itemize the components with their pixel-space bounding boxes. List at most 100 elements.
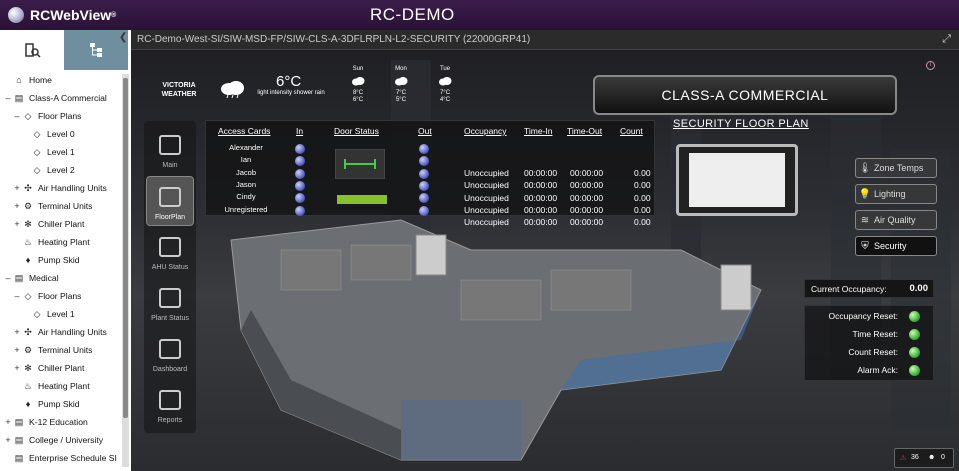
collapse-icon[interactable]: – [4,93,12,103]
status-tray[interactable]: ⚠ 36 ☻ 0 [894,448,954,468]
expand-icon[interactable]: + [13,219,21,229]
building-icon [159,135,181,155]
button-air-quality[interactable]: ≋ Air Quality [855,210,937,230]
tree-item[interactable]: ◇ Level 1 [0,143,122,161]
card-out-indicator[interactable] [419,168,429,179]
button-zone-temps[interactable]: 🌡 Zone Temps [855,158,937,178]
tab-search[interactable] [0,30,64,70]
security-panel-image [676,144,798,216]
access-row-time-out: 00:00:00 [570,168,604,178]
collapse-icon[interactable]: – [4,273,12,283]
expand-icon[interactable]: + [13,183,21,193]
tree-item[interactable]: – ▤ Medical [0,269,122,287]
collapse-icon[interactable]: – [13,291,21,301]
reset-label: Occupancy Reset: [828,311,898,321]
card-in-indicator[interactable] [295,156,305,167]
tree-item-label: College / University [29,435,104,445]
building-icon: ▤ [14,452,24,463]
cloud-rain-icon [221,81,244,99]
thermometer-icon: 🌡 [858,162,872,174]
building-banner: CLASS-A COMMERCIAL [593,75,897,115]
card-out-indicator[interactable] [419,180,429,191]
collapse-icon[interactable]: – [13,111,21,121]
info-icon[interactable]: i [926,61,935,70]
nav-tree: ⌂ Home – ▤ Class-A Commercial – ◇ Floor Plans ◇ L… [0,71,122,467]
tree-item[interactable]: – ▤ Class-A Commercial [0,89,122,107]
card-out-indicator[interactable] [419,156,429,167]
button-label: Zone Temps [874,163,924,173]
scrollbar-thumb[interactable] [123,78,128,418]
tree-item[interactable]: + ▤ College / University [0,431,122,449]
list-icon [159,390,181,410]
tree-item[interactable]: ♦ Pump Skid [0,395,122,413]
reset-button[interactable] [909,347,920,358]
app-logo[interactable]: RCWebView ® [8,7,116,23]
header-occupancy: Occupancy [464,126,507,136]
tree-item[interactable]: + ✣ Air Handling Units [0,323,122,341]
nav-plant-status[interactable]: Plant Status [146,278,194,328]
current-occupancy-label: Current Occupancy: [811,284,887,294]
tree-item-label: Medical [29,273,59,283]
tree-item[interactable]: + ✻ Chiller Plant [0,359,122,377]
current-occupancy: Current Occupancy: 0.00 [804,279,934,298]
card-in-indicator[interactable] [295,168,305,179]
button-lighting[interactable]: 💡 Lighting [855,184,937,204]
tree-item[interactable]: + ⚙ Terminal Units [0,341,122,359]
card-in-indicator[interactable] [295,193,305,204]
sidebar-tabs [0,30,131,70]
tree-item[interactable]: + ✻ Chiller Plant [0,215,122,233]
expand-icon[interactable]: + [13,327,21,337]
reset-button[interactable] [909,311,920,322]
button-security[interactable]: ⛨ Security [855,236,937,256]
nav-reports[interactable]: Reports [146,380,194,430]
tree-item[interactable]: ◇ Level 1 [0,305,122,323]
nav-dashboard[interactable]: Dashboard [146,329,194,379]
card-in-indicator[interactable] [295,180,305,191]
tree-item[interactable]: – ◇ Floor Plans [0,287,122,305]
nav-main[interactable]: Main [146,125,194,175]
nav-label: Reports [157,417,183,424]
tree-item[interactable]: + ▤ K-12 Education [0,413,122,431]
left-nav-panel: Main FloorPlan AHU Status Plant Status Dashb… [144,121,196,433]
header-count: Count [620,126,643,136]
floorplan-icon: ◇ [33,308,41,319]
nav-ahu-status[interactable]: AHU Status [146,227,194,277]
expand-icon[interactable]: + [4,435,12,445]
expand-icon[interactable]: + [13,363,21,373]
reset-button[interactable] [909,365,920,376]
nav-label: AHU Status [151,264,189,271]
card-in-indicator[interactable] [295,144,305,154]
reset-row: Count Reset: [805,344,935,362]
reset-button[interactable] [909,329,920,340]
tree-item[interactable]: + ⚙ Terminal Units [0,197,122,215]
card-out-indicator[interactable] [419,193,429,204]
expand-icon[interactable]: + [13,201,21,211]
tree-item[interactable]: + ✣ Air Handling Units [0,179,122,197]
expand-icon[interactable]: + [13,345,21,355]
sidebar: ❮ ⌂ Home – ▤ Class-A Commercial – ◇ Floor Plans… [0,30,131,471]
tree-item[interactable]: ◇ Level 0 [0,125,122,143]
access-row-count: 0.00 [634,180,651,191]
fan-icon: ✣ [24,182,32,193]
breadcrumb: RC-Demo-West-SI/SIW-MSD-FP/SIW-CLS-A-3DF… [137,34,531,45]
sidebar-scrollbar[interactable] [122,74,129,467]
tree-item[interactable]: ◇ Level 2 [0,161,122,179]
chevron-left-icon[interactable]: ❮ [119,32,127,43]
tree-item[interactable]: ▤ Enterprise Schedule SI [0,449,122,467]
button-label: Lighting [874,189,906,199]
tree-item[interactable]: ♦ Pump Skid [0,251,122,269]
nav-label: Dashboard [152,366,188,373]
tree-item[interactable]: – ◇ Floor Plans [0,107,122,125]
card-out-indicator[interactable] [419,144,429,154]
tree-item[interactable]: ♨ Heating Plant [0,377,122,395]
expand-icon[interactable]: + [4,417,12,427]
tree-item-label: Floor Plans [38,111,82,121]
access-card-name: Cindy [236,192,256,202]
plant-icon [159,288,181,308]
tree-item[interactable]: ♨ Heating Plant [0,233,122,251]
expand-icon[interactable]: ⤢ [942,33,951,46]
nav-floorplan[interactable]: FloorPlan [146,176,194,226]
tree-item-label: Floor Plans [38,291,82,301]
tree-item[interactable]: ⌂ Home [0,71,122,89]
tree-item-label: Pump Skid [38,399,80,409]
